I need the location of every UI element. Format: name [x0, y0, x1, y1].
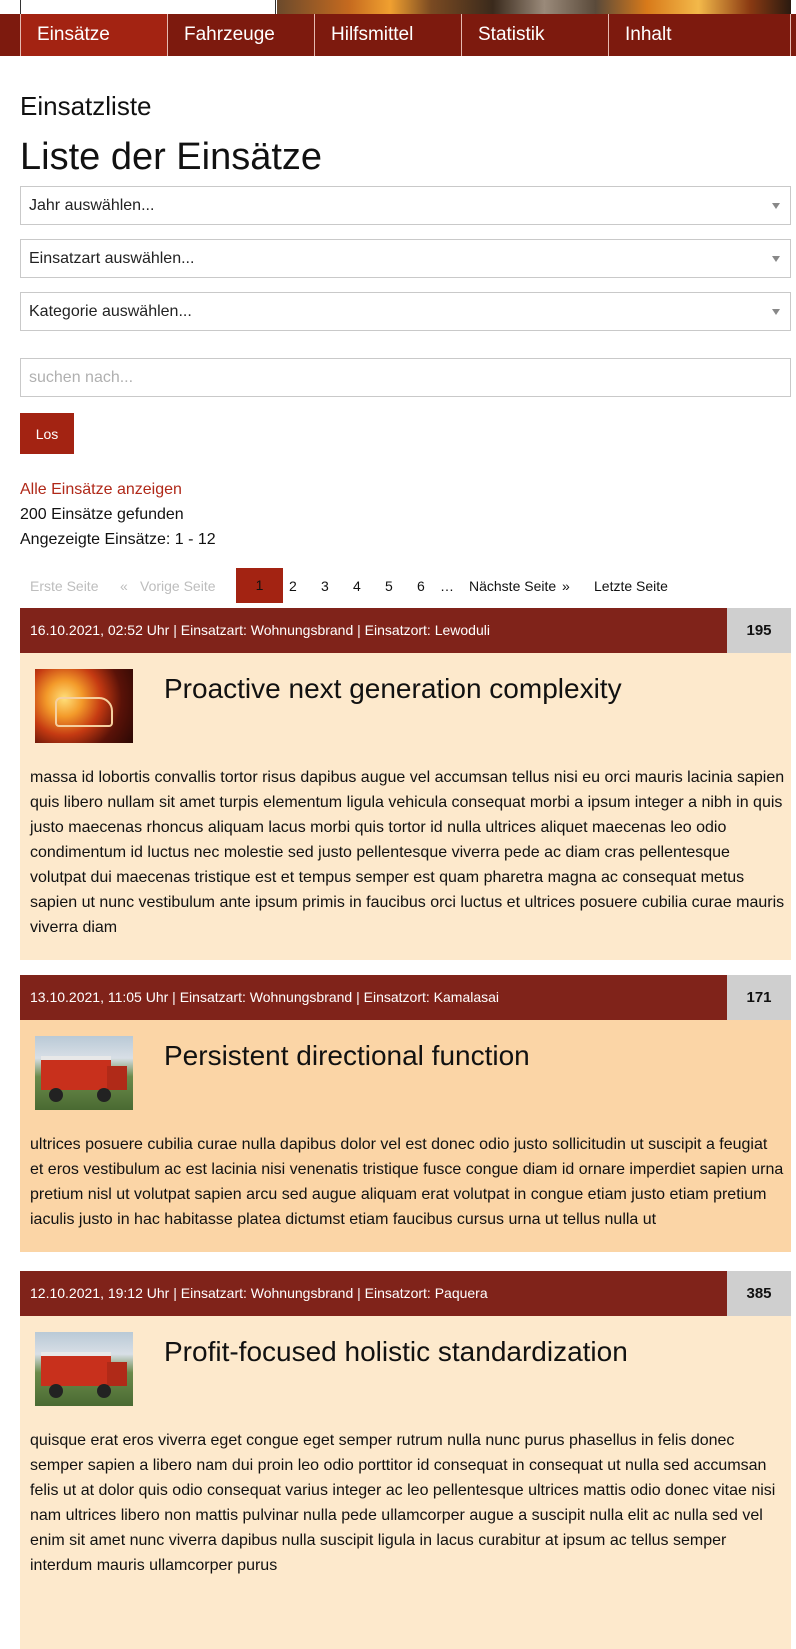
mission-number: 195	[727, 608, 791, 653]
mission-body: Profit-focused holistic standardization …	[20, 1316, 791, 1649]
mission-meta: 16.10.2021, 02:52 Uhr | Einsatzart: Wohn…	[30, 622, 490, 638]
last-page-link[interactable]: Letzte Seite	[594, 569, 668, 603]
mission-header: 16.10.2021, 02:52 Uhr | Einsatzart: Wohn…	[20, 608, 791, 653]
nav-item-statistik[interactable]: Statistik	[461, 14, 608, 56]
mission-number: 385	[727, 1271, 791, 1316]
next-arrow-icon[interactable]: »	[562, 569, 570, 603]
mission-header: 13.10.2021, 11:05 Uhr | Einsatzart: Wohn…	[20, 975, 791, 1020]
chevron-down-icon	[772, 309, 780, 315]
mission-thumbnail[interactable]	[35, 669, 133, 743]
page-link[interactable]: 3	[321, 569, 329, 603]
year-select-value: Jahr auswählen...	[29, 197, 155, 214]
mission-card: 13.10.2021, 11:05 Uhr | Einsatzart: Wohn…	[20, 975, 791, 1252]
type-select-value: Einsatzart auswählen...	[29, 250, 195, 267]
show-all-link[interactable]: Alle Einsätze anzeigen	[20, 481, 182, 499]
page-link[interactable]: 6	[417, 569, 425, 603]
year-select[interactable]: Jahr auswählen...	[20, 186, 791, 225]
category-select-value: Kategorie auswählen...	[29, 303, 192, 320]
mission-header: 12.10.2021, 19:12 Uhr | Einsatzart: Wohn…	[20, 1271, 791, 1316]
mission-text: massa id lobortis convallis tortor risus…	[30, 769, 785, 936]
mission-body: Proactive next generation complexity mas…	[20, 653, 791, 960]
mission-thumbnail[interactable]	[35, 1036, 133, 1110]
results-range: Angezeigte Einsätze: 1 - 12	[20, 531, 216, 548]
section-title: Einsatzliste	[20, 91, 152, 121]
header-banner	[0, 0, 796, 14]
mission-thumbnail[interactable]	[35, 1332, 133, 1406]
logo-area	[20, 0, 276, 14]
chevron-down-icon	[772, 256, 780, 262]
page-link[interactable]: 5	[385, 569, 393, 603]
mission-title[interactable]: Persistent directional function	[164, 1040, 530, 1072]
first-page-link: Erste Seite	[30, 578, 99, 594]
mission-card: 16.10.2021, 02:52 Uhr | Einsatzart: Wohn…	[20, 608, 791, 960]
nav-item-einsaetze[interactable]: Einsätze	[20, 14, 167, 56]
page-current: 1	[236, 568, 283, 603]
mission-text: ultrices posuere cubilia curae nulla dap…	[30, 1136, 784, 1228]
category-select[interactable]: Kategorie auswählen...	[20, 292, 791, 331]
nav-item-hilfsmittel[interactable]: Hilfsmittel	[314, 14, 461, 56]
page-link[interactable]: 4	[353, 569, 361, 603]
prev-arrow-icon: «	[120, 578, 128, 594]
pagination-ellipsis: …	[440, 578, 454, 594]
mission-title[interactable]: Proactive next generation complexity	[164, 673, 622, 705]
search-input[interactable]	[20, 358, 791, 397]
header-image	[277, 0, 791, 14]
next-page-link[interactable]: Nächste Seite	[469, 569, 556, 603]
prev-page-link: Vorige Seite	[140, 578, 216, 594]
mission-number: 171	[727, 975, 791, 1020]
mission-meta: 13.10.2021, 11:05 Uhr | Einsatzart: Wohn…	[30, 989, 500, 1005]
page-title: Liste der Einsätze	[20, 136, 323, 178]
type-select[interactable]: Einsatzart auswählen...	[20, 239, 791, 278]
mission-card: 12.10.2021, 19:12 Uhr | Einsatzart: Wohn…	[20, 1271, 791, 1649]
mission-title[interactable]: Profit-focused holistic standardization	[164, 1336, 628, 1368]
page-link[interactable]: 2	[289, 569, 297, 603]
mission-meta: 12.10.2021, 19:12 Uhr | Einsatzart: Wohn…	[30, 1285, 488, 1301]
results-count: 200 Einsätze gefunden	[20, 506, 184, 523]
nav-item-inhalt[interactable]: Inhalt	[608, 14, 790, 56]
mission-body: Persistent directional function ultrices…	[20, 1020, 791, 1252]
main-nav: Einsätze Fahrzeuge Hilfsmittel Statistik…	[0, 14, 796, 56]
go-button[interactable]: Los	[20, 413, 74, 454]
mission-text: quisque erat eros viverra eget congue eg…	[30, 1432, 776, 1574]
chevron-down-icon	[772, 203, 780, 209]
nav-item-fahrzeuge[interactable]: Fahrzeuge	[167, 14, 314, 56]
